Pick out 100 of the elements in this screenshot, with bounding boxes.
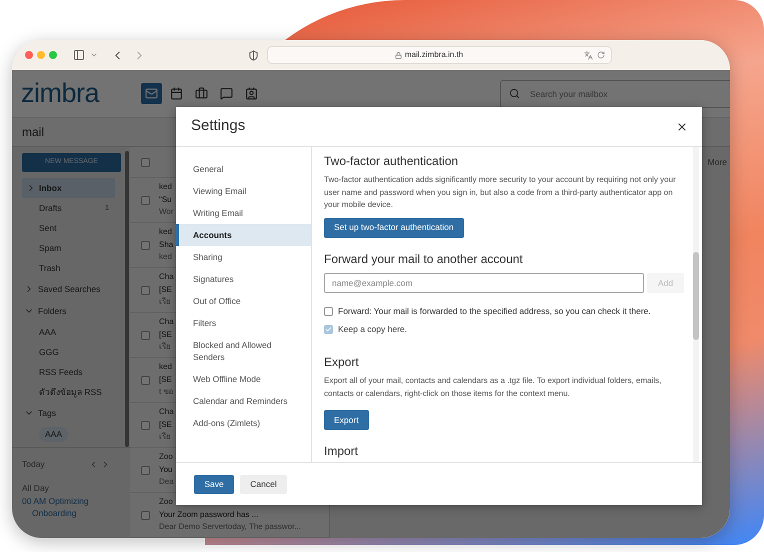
scrollbar-thumb[interactable]: [125, 151, 129, 447]
minimize-window-button[interactable]: [37, 51, 45, 59]
chat-icon: [220, 87, 234, 100]
scrollbar-thumb[interactable]: [693, 252, 699, 340]
section-heading: Export: [324, 354, 360, 370]
section-heading: Two-factor authentication: [324, 153, 460, 169]
message-subject: "Su: [159, 194, 173, 206]
translate-icon[interactable]: [584, 50, 593, 60]
folder-group-header[interactable]: Tags: [22, 402, 115, 424]
briefcase-icon: [195, 87, 208, 100]
select-all-checkbox[interactable]: [141, 158, 150, 166]
message-preview: ked: [159, 251, 173, 264]
settings-nav-item[interactable]: Blocked and Allowed Senders: [176, 334, 311, 368]
shield-icon[interactable]: [248, 50, 259, 60]
folder-item[interactable]: Sent: [22, 218, 115, 238]
folder-item[interactable]: ตัวดึงข้อมูล RSS: [39, 386, 102, 398]
search-icon: [509, 88, 520, 98]
message-checkbox[interactable]: [141, 420, 150, 430]
sender-name: Zoo: [159, 451, 174, 464]
dialog-title: Settings: [191, 116, 246, 136]
contacts-icon: [245, 87, 258, 100]
sender-name: Cha: [159, 406, 174, 418]
message-preview: เรีย: [159, 431, 172, 444]
folder-item[interactable]: Spam: [22, 238, 115, 258]
message-preview: เรีย: [159, 341, 172, 354]
section-heading: Forward your mail to another account: [324, 251, 524, 268]
settings-nav-item[interactable]: Add-ons (Zimlets): [176, 412, 311, 434]
next-day-icon[interactable]: [101, 460, 110, 469]
settings-nav-item[interactable]: Filters: [176, 312, 311, 334]
settings-nav-item[interactable]: Accounts: [176, 224, 311, 246]
message-checkbox[interactable]: [141, 376, 150, 384]
zoom-window-button[interactable]: [49, 51, 57, 59]
reload-icon[interactable]: [597, 51, 605, 59]
settings-nav-item[interactable]: Signatures: [176, 268, 311, 290]
folder-item[interactable]: RSS Feeds: [39, 366, 82, 378]
message-subject: [SE: [159, 374, 173, 386]
message-preview: Wor: [159, 206, 174, 218]
message-preview: Dea: [159, 476, 174, 488]
folder-item[interactable]: AAA: [39, 326, 56, 338]
sender-name: Cha: [159, 271, 174, 284]
mail-icon: [145, 87, 158, 100]
settings-nav-item[interactable]: Writing Email: [176, 202, 311, 224]
previous-day-icon[interactable]: [89, 460, 98, 469]
sender-name: Cha: [159, 316, 174, 328]
message-subject: [SE: [159, 328, 173, 341]
sender-name: ked: [159, 361, 173, 374]
message-checkbox[interactable]: [141, 240, 150, 250]
sidebar-toggle-icon[interactable]: [73, 49, 85, 61]
settings-nav-item[interactable]: Calendar and Reminders: [176, 390, 311, 412]
lock-icon: [394, 52, 402, 58]
message-preview: Dear Demo Servertoday, The passwor...: [159, 521, 301, 534]
message-checkbox[interactable]: [141, 466, 150, 474]
section-action-button[interactable]: Set up two-factor authentication: [324, 218, 464, 238]
calendar-event[interactable]: 00 AM Optimizing: [22, 494, 110, 506]
more-label[interactable]: More: [708, 156, 727, 169]
sender-name: ked: [159, 181, 173, 194]
folder-item[interactable]: Inbox: [22, 178, 115, 198]
calendar-icon: [170, 87, 184, 100]
section-description: Export all of your mail, contacts and calendars as a .tgz file. To export individual folders, emails, contacts or calendars, right-click on those items for the context menu.: [324, 375, 662, 400]
message-preview: t ขอ: [159, 386, 174, 398]
save-button[interactable]: Save: [194, 474, 234, 494]
settings-nav-item[interactable]: Web Offline Mode: [176, 368, 311, 390]
tag-chip[interactable]: AAA: [39, 426, 68, 442]
option-label: Forward: Your mail is forwarded to the specified address, so you can check it there.: [338, 304, 651, 318]
folder-item[interactable]: Trash: [22, 258, 115, 278]
mail-tab[interactable]: [141, 83, 162, 104]
chevron-down-icon[interactable]: [90, 51, 98, 59]
message-checkbox[interactable]: [141, 286, 150, 294]
section-action-button[interactable]: Export: [324, 410, 369, 430]
close-window-button[interactable]: [25, 51, 33, 59]
close-icon[interactable]: [676, 120, 688, 132]
section-description: Two-factor authentication adds significantly more security to your account by requiring not only your user name and password when you sign in, but also a code from a third-party authenticator app on your mobile device.: [324, 174, 677, 211]
section-heading: Import: [324, 442, 360, 459]
cancel-button[interactable]: Cancel: [240, 474, 287, 494]
folder-group-header[interactable]: Saved Searches: [22, 278, 115, 300]
logo[interactable]: zimbra: [21, 80, 100, 107]
settings-nav-item[interactable]: Out of Office: [176, 290, 311, 312]
settings-nav-item[interactable]: General: [176, 158, 311, 180]
folder-item[interactable]: GGG: [39, 346, 59, 358]
message-subject: You: [159, 464, 174, 476]
message-checkbox[interactable]: [141, 330, 150, 340]
message-preview: เรีย: [159, 296, 172, 308]
all-day-label: All Day: [22, 482, 50, 494]
message-checkbox[interactable]: [141, 196, 150, 204]
message-subject: Your Zoom password has ...: [159, 508, 260, 521]
sender-name: ked: [159, 226, 173, 238]
settings-nav-item[interactable]: Viewing Email: [176, 180, 311, 202]
address-bar[interactable]: mail.zimbra.in.th: [267, 46, 612, 64]
option-checkbox[interactable]: [324, 306, 333, 316]
message-subject: Sha: [159, 238, 174, 251]
folder-group-header[interactable]: Folders: [22, 300, 115, 322]
calendar-event[interactable]: Onboarding: [22, 506, 110, 518]
url-text: mail.zimbra.in.th: [404, 49, 464, 61]
email-input-field[interactable]: name@example.com: [324, 273, 644, 294]
message-checkbox[interactable]: [141, 510, 150, 520]
settings-nav-item[interactable]: Sharing: [176, 246, 311, 268]
message-subject: [SE: [159, 418, 173, 431]
calendar-title: Today: [22, 458, 46, 471]
option-label: Keep a copy here.: [338, 322, 407, 336]
message-subject: [SE: [159, 284, 173, 296]
